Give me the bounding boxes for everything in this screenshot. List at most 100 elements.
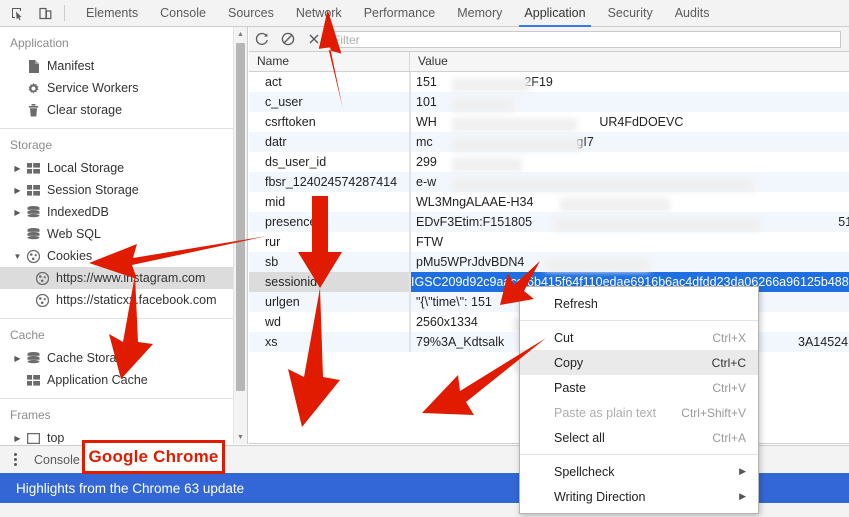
tab-audits[interactable]: Audits: [664, 0, 721, 27]
context-menu-item-paste-plain-text: Paste as plain text Ctrl+Shift+V: [520, 400, 758, 425]
chevron-right-icon[interactable]: ▶: [12, 163, 23, 174]
sidebar-item-indexeddb[interactable]: ▶ IndexedDB: [0, 201, 247, 223]
tab-performance[interactable]: Performance: [353, 0, 447, 27]
sidebar-scrollbar[interactable]: ▲ ▼: [233, 27, 247, 444]
table-row[interactable]: fbsr_124024574287414 e-wssssssssssssssss…: [249, 172, 849, 192]
menu-item-label: Spellcheck: [554, 465, 614, 479]
panel-tabs: Elements Console Sources Network Perform…: [75, 0, 720, 27]
sidebar-section-frames: Frames: [0, 399, 247, 427]
context-menu-item-select-all[interactable]: Select all Ctrl+A: [520, 425, 758, 450]
chevron-right-icon[interactable]: ▶: [12, 185, 23, 196]
cell-value: WHssssssssssssssssssssssssssUR4FdDOEVC: [410, 112, 849, 132]
context-menu-item-refresh[interactable]: Refresh: [520, 291, 758, 316]
menu-separator: [520, 320, 758, 321]
sidebar-item-instagram-cookies[interactable]: https://www.instagram.com: [0, 267, 247, 289]
tab-memory[interactable]: Memory: [446, 0, 513, 27]
context-menu-item-paste[interactable]: Paste Ctrl+V: [520, 375, 758, 400]
scrollbar-thumb[interactable]: [236, 43, 245, 391]
context-menu-item-cut[interactable]: Cut Ctrl+X: [520, 325, 758, 350]
database-icon: [25, 227, 42, 241]
table-icon: [25, 373, 42, 387]
sidebar-item-session-storage[interactable]: ▶ Session Storage: [0, 179, 247, 201]
sidebar-item-local-storage[interactable]: ▶ Local Storage: [0, 157, 247, 179]
sidebar-item-label: Application Cache: [47, 373, 148, 387]
sidebar-item-manifest[interactable]: ▶ Manifest: [0, 55, 247, 77]
tab-network[interactable]: Network: [285, 0, 353, 27]
sidebar-item-facebook-cookies[interactable]: https://staticxx.facebook.com: [0, 289, 247, 311]
chevron-right-icon[interactable]: ▶: [12, 353, 23, 364]
sidebar-item-label: top: [47, 431, 64, 444]
cell-value: pMu5WPrJdvBDN4: [410, 252, 849, 272]
devtools-window: Elements Console Sources Network Perform…: [0, 0, 849, 517]
sidebar-item-service-workers[interactable]: ▶ Service Workers: [0, 77, 247, 99]
device-toolbar-icon[interactable]: [34, 3, 56, 23]
chevron-right-icon[interactable]: ▶: [12, 207, 23, 218]
filter-input[interactable]: Filter: [327, 31, 841, 48]
menu-item-label: Paste as plain text: [554, 406, 656, 420]
cookies-toolbar: Filter: [249, 27, 849, 52]
table-row[interactable]: rur FTW: [249, 232, 849, 252]
sidebar-item-cache-storage[interactable]: ▶ Cache Storage: [0, 347, 247, 369]
table-row[interactable]: datr mcsssssssssssssssssssssssgI7: [249, 132, 849, 152]
scroll-up-icon[interactable]: ▲: [234, 27, 247, 41]
sidebar-item-label: Web SQL: [47, 227, 101, 241]
database-icon: [25, 351, 42, 365]
cell-name: csrftoken: [249, 112, 410, 132]
table-row[interactable]: act 151ssssssssssssss2F19: [249, 72, 849, 92]
scroll-down-icon[interactable]: ▼: [234, 430, 247, 444]
cell-name: sb: [249, 252, 410, 272]
tab-label: Console: [160, 6, 206, 20]
chevron-down-icon[interactable]: ▼: [12, 251, 23, 262]
context-menu-item-writing-direction[interactable]: Writing Direction ▶: [520, 484, 758, 509]
close-icon[interactable]: [301, 27, 327, 51]
table-row[interactable]: presence EDvF3Etim:F151805ssssssssssssss…: [249, 212, 849, 232]
menu-item-label: Copy: [554, 356, 583, 370]
sidebar-item-label: Cache Storage: [47, 351, 130, 365]
cookie-icon: [34, 271, 51, 285]
tab-application[interactable]: Application: [513, 0, 596, 27]
tab-sources[interactable]: Sources: [217, 0, 285, 27]
chevron-right-icon[interactable]: ▶: [12, 433, 23, 444]
tab-label: Memory: [457, 6, 502, 20]
table-row[interactable]: csrftoken WHssssssssssssssssssssssssssUR…: [249, 112, 849, 132]
column-header-value[interactable]: Value: [410, 52, 849, 71]
table-row[interactable]: sb pMu5WPrJdvBDN4: [249, 252, 849, 272]
refresh-icon[interactable]: [249, 27, 275, 51]
cell-value: e-wsssssssssssssssssssssssssssssssssssss…: [410, 172, 849, 192]
table-row[interactable]: c_user 101: [249, 92, 849, 112]
tab-console[interactable]: Console: [149, 0, 217, 27]
tab-elements[interactable]: Elements: [75, 0, 149, 27]
cell-value: FTW: [410, 232, 849, 252]
inspect-element-icon[interactable]: [6, 3, 28, 23]
sidebar-item-label: https://www.instagram.com: [56, 271, 205, 285]
menu-item-label: Writing Direction: [554, 490, 645, 504]
clear-icon[interactable]: [275, 27, 301, 51]
sidebar-item-label: Clear storage: [47, 103, 122, 117]
trash-icon: [25, 103, 42, 117]
table-row[interactable]: mid WL3MngALAAE-H34: [249, 192, 849, 212]
cookie-icon: [34, 293, 51, 307]
column-divider[interactable]: [410, 72, 411, 352]
table-row[interactable]: ds_user_id 299: [249, 152, 849, 172]
banner-text: Highlights from the Chrome 63 update: [16, 481, 244, 496]
tab-label: Sources: [228, 6, 274, 20]
cell-name: act: [249, 72, 410, 92]
kebab-menu-icon[interactable]: [4, 453, 26, 466]
sidebar-section-storage: Storage: [0, 129, 247, 157]
context-menu-item-copy[interactable]: Copy Ctrl+C: [520, 350, 758, 375]
sidebar-item-application-cache[interactable]: ▶ Application Cache: [0, 369, 247, 391]
cell-name: rur: [249, 232, 410, 252]
sidebar-item-cookies[interactable]: ▼ Cookies: [0, 245, 247, 267]
context-menu-item-spellcheck[interactable]: Spellcheck ▶: [520, 459, 758, 484]
sidebar-item-clear-storage[interactable]: ▶ Clear storage: [0, 99, 247, 121]
menu-item-label: Select all: [554, 431, 605, 445]
drawer-tab-console[interactable]: Console: [26, 453, 88, 467]
column-header-name[interactable]: Name: [249, 52, 410, 71]
annotation-label-google-chrome: Google Chrome: [82, 440, 225, 474]
cell-value: mcsssssssssssssssssssssssgI7: [410, 132, 849, 152]
tab-label: Performance: [364, 6, 436, 20]
menu-item-accelerator: Ctrl+V: [712, 381, 746, 395]
sidebar-item-web-sql[interactable]: ▶ Web SQL: [0, 223, 247, 245]
tab-security[interactable]: Security: [597, 0, 664, 27]
cell-name: urlgen: [249, 292, 410, 312]
